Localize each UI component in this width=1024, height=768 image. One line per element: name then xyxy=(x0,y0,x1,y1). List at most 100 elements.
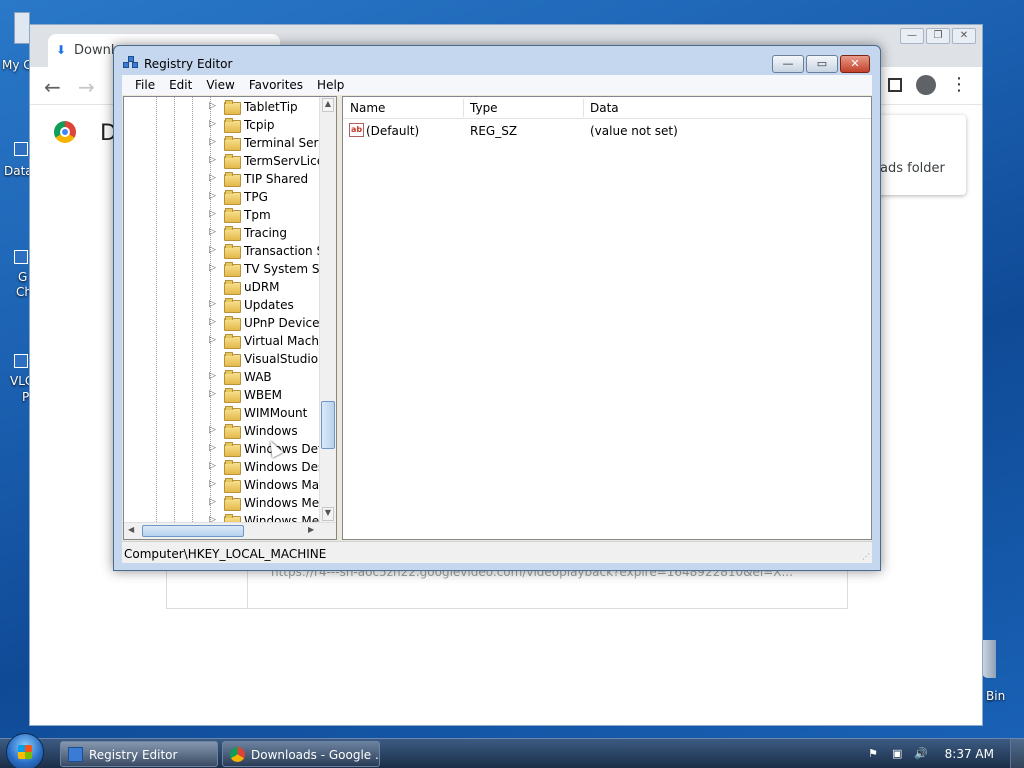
expand-arrow-icon[interactable]: ▷ xyxy=(209,155,216,165)
tree-item[interactable]: ▷ TV System Serv xyxy=(124,260,320,278)
regedit-icon xyxy=(68,747,83,762)
tree-item[interactable]: ▷ WAB xyxy=(124,368,320,386)
minimize-icon[interactable]: — xyxy=(900,28,924,44)
expand-arrow-icon[interactable]: ▷ xyxy=(209,335,216,345)
side-panel-icon[interactable] xyxy=(888,78,902,92)
expand-arrow-icon[interactable]: ▷ xyxy=(209,515,216,522)
tree-item[interactable]: ▷ TabletTip xyxy=(124,98,320,116)
expand-arrow-icon[interactable]: ▷ xyxy=(209,137,216,147)
volume-icon[interactable]: 🔊 xyxy=(914,747,928,761)
expand-arrow-icon[interactable]: ▷ xyxy=(209,389,216,399)
scroll-down-arrow-icon[interactable]: ▼ xyxy=(322,507,334,521)
close-button[interactable]: ✕ xyxy=(840,55,870,73)
column-header-name[interactable]: Name xyxy=(350,101,385,115)
column-header-data[interactable]: Data xyxy=(590,101,619,115)
expand-arrow-icon[interactable]: ▷ xyxy=(209,425,216,435)
expand-arrow-icon[interactable]: ▷ xyxy=(209,227,216,237)
expand-arrow-icon[interactable]: ▷ xyxy=(209,443,216,453)
forward-arrow-icon[interactable]: → xyxy=(78,75,95,99)
back-arrow-icon[interactable]: ← xyxy=(44,75,61,99)
tree-item[interactable]: ▷ Tracing xyxy=(124,224,320,242)
menu-help[interactable]: Help xyxy=(310,75,351,95)
shortcut-icon[interactable] xyxy=(14,250,28,264)
more-menu-icon[interactable]: ⋮ xyxy=(950,76,968,94)
expand-arrow-icon[interactable]: ▷ xyxy=(209,371,216,381)
tree-item[interactable]: ▷ Terminal Serve xyxy=(124,134,320,152)
tree-item[interactable]: ▷ Transaction Se xyxy=(124,242,320,260)
resize-grip-icon[interactable]: ⋰ xyxy=(862,552,870,561)
taskbar-button-chrome[interactable]: Downloads - Google ... xyxy=(222,741,380,767)
expand-arrow-icon[interactable]: ▷ xyxy=(209,461,216,471)
desktop-icon-my-computer-label[interactable]: My C xyxy=(2,58,32,72)
shortcut-icon[interactable] xyxy=(14,142,28,156)
taskbar-button-label: Downloads - Google ... xyxy=(251,748,380,762)
shortcut-icon[interactable] xyxy=(14,354,28,368)
tree-item[interactable]: uDRM xyxy=(124,278,320,296)
expand-arrow-icon[interactable]: ▷ xyxy=(209,173,216,183)
tree-item[interactable]: ▷ Windows Mail xyxy=(124,476,320,494)
expand-arrow-icon[interactable]: ▷ xyxy=(209,299,216,309)
network-icon[interactable]: ▣ xyxy=(892,747,906,761)
start-button[interactable] xyxy=(6,733,44,768)
computer-icon[interactable] xyxy=(14,12,30,44)
taskbar-clock[interactable]: 8:37 AM xyxy=(945,747,994,761)
tree-item[interactable]: ▷ TermServLicen xyxy=(124,152,320,170)
tree-item[interactable]: VisualStudio xyxy=(124,350,320,368)
window-controls: — ▭ ✕ xyxy=(770,55,870,73)
menu-file[interactable]: File xyxy=(128,75,162,95)
scroll-right-arrow-icon[interactable]: ▶ xyxy=(308,525,314,534)
scroll-left-arrow-icon[interactable]: ◀ xyxy=(128,525,134,534)
tree-item[interactable]: ▷ Tcpip xyxy=(124,116,320,134)
chrome-window-controls: — ❐ ✕ xyxy=(898,27,976,44)
chrome-logo-icon xyxy=(54,121,76,143)
tree-item[interactable]: ▷ Updates xyxy=(124,296,320,314)
registry-value-row[interactable]: ab (Default) REG_SZ (value not set) xyxy=(343,121,871,141)
tree-item[interactable]: ▷ UPnP Device H xyxy=(124,314,320,332)
recycle-bin-icon[interactable] xyxy=(982,640,996,678)
profile-avatar-icon[interactable] xyxy=(916,75,936,95)
maximize-button[interactable]: ▭ xyxy=(806,55,838,73)
tree-item[interactable]: ▷ WBEM xyxy=(124,386,320,404)
expand-arrow-icon[interactable]: ▷ xyxy=(209,497,216,507)
menu-edit[interactable]: Edit xyxy=(162,75,199,95)
action-center-flag-icon[interactable]: ⚑ xyxy=(868,747,882,761)
expand-arrow-icon[interactable]: ▷ xyxy=(209,317,216,327)
expand-arrow-icon[interactable]: ▷ xyxy=(209,101,216,111)
recycle-bin-label[interactable]: Bin xyxy=(986,689,1005,703)
folder-icon xyxy=(224,460,241,475)
registry-editor-titlebar[interactable]: Registry Editor — ▭ ✕ xyxy=(114,46,880,76)
close-icon[interactable]: ✕ xyxy=(952,28,976,44)
show-desktop-button[interactable] xyxy=(1010,739,1024,768)
tree-item[interactable]: ▷ Windows Defe xyxy=(124,440,320,458)
tree-item[interactable]: ▷ Windows Desk xyxy=(124,458,320,476)
tree-item[interactable]: ▷ TIP Shared xyxy=(124,170,320,188)
value-type: REG_SZ xyxy=(470,124,518,138)
horizontal-scroll-thumb[interactable] xyxy=(142,525,244,537)
expand-arrow-icon[interactable]: ▷ xyxy=(209,245,216,255)
tree-item[interactable]: ▷ Windows Med xyxy=(124,494,320,512)
expand-arrow-icon[interactable]: ▷ xyxy=(209,191,216,201)
tree-item[interactable]: ▷ Windows Med xyxy=(124,512,320,522)
tree-vertical-scrollbar[interactable]: ▲ ▼ xyxy=(319,97,336,522)
expand-arrow-icon[interactable]: ▷ xyxy=(209,263,216,273)
expand-arrow-icon[interactable]: ▷ xyxy=(209,209,216,219)
tree-item[interactable]: WIMMount xyxy=(124,404,320,422)
tree-item[interactable]: ▷ TPG xyxy=(124,188,320,206)
expand-arrow-icon[interactable]: ▷ xyxy=(209,119,216,129)
tree-horizontal-scrollbar[interactable]: ◀ ▶ xyxy=(124,522,336,539)
scroll-up-arrow-icon[interactable]: ▲ xyxy=(322,98,334,112)
value-data: (value not set) xyxy=(590,124,678,138)
tree-item[interactable]: ▷ Tpm xyxy=(124,206,320,224)
scroll-thumb[interactable] xyxy=(321,401,335,449)
menu-favorites[interactable]: Favorites xyxy=(242,75,310,95)
tree-item[interactable]: ▷ Virtual Machin xyxy=(124,332,320,350)
menu-view[interactable]: View xyxy=(199,75,241,95)
taskbar-button-registry-editor[interactable]: Registry Editor xyxy=(60,741,218,767)
expand-arrow-icon[interactable]: ▷ xyxy=(209,479,216,489)
tree-item[interactable]: ▷ Windows xyxy=(124,422,320,440)
column-header-type[interactable]: Type xyxy=(470,101,498,115)
minimize-button[interactable]: — xyxy=(772,55,804,73)
restore-icon[interactable]: ❐ xyxy=(926,28,950,44)
folder-icon xyxy=(224,100,241,115)
desktop-icon-chrome-label[interactable]: G xyxy=(18,270,27,284)
